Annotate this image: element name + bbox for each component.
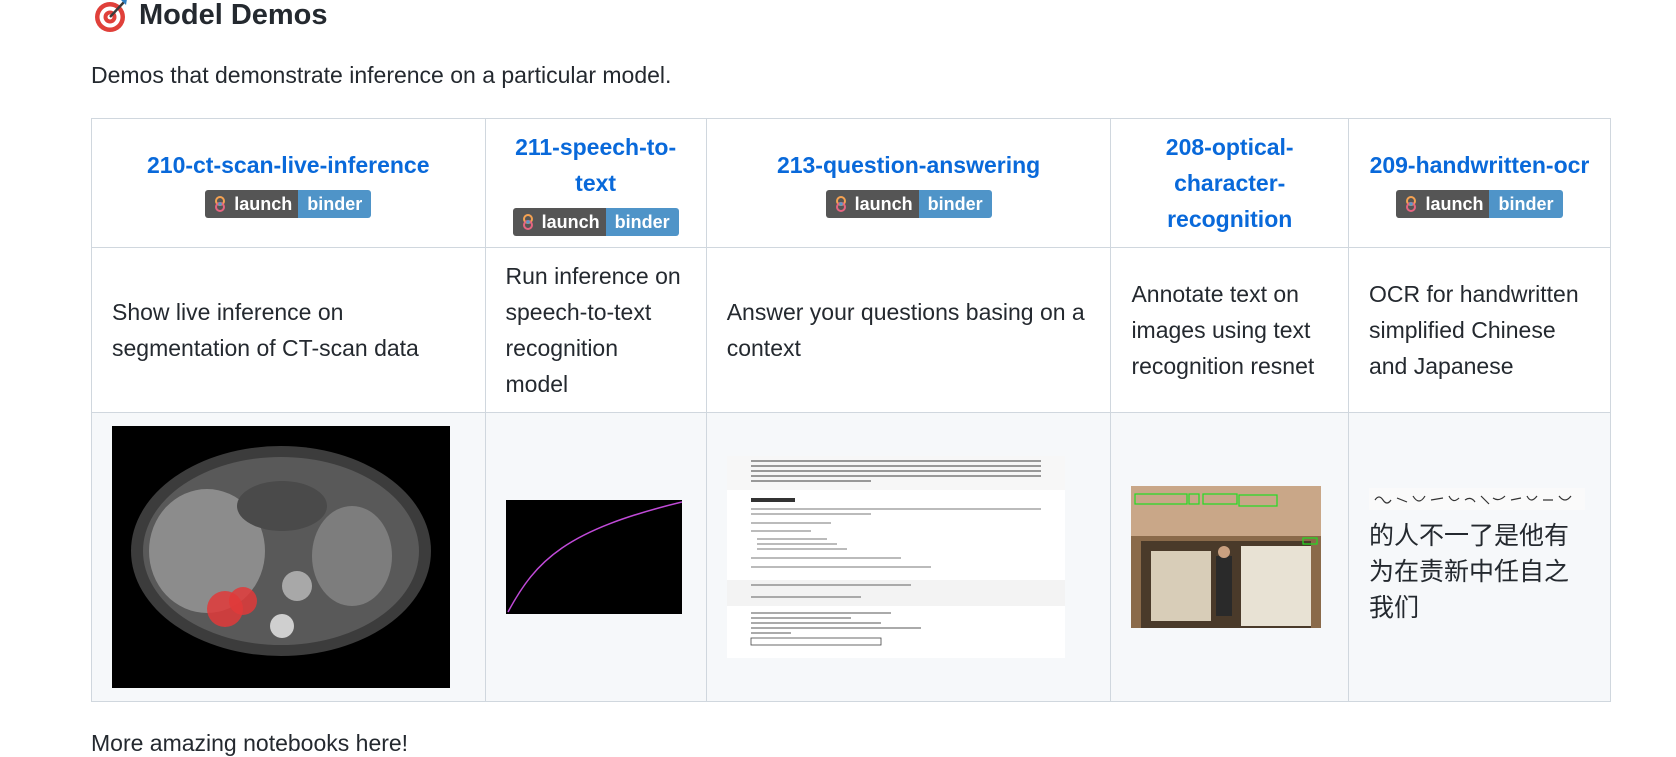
demo-header-209: 209-handwritten-ocr launch binder bbox=[1347, 118, 1612, 248]
section-title: Model Demos bbox=[139, 0, 328, 31]
demo-link-211[interactable]: 211-speech-to-text bbox=[502, 129, 690, 201]
section-description: Demos that demonstrate inference on a pa… bbox=[91, 62, 672, 88]
demo-image-cell-210 bbox=[91, 412, 486, 702]
launch-binder-badge-213[interactable]: launch binder bbox=[825, 189, 992, 218]
ct-scan-image bbox=[112, 426, 450, 688]
demo-description-210: Show live inference on segmentation of C… bbox=[91, 247, 486, 413]
binder-logo-icon bbox=[522, 213, 533, 230]
launch-binder-badge-210[interactable]: launch binder bbox=[205, 189, 372, 218]
demo-image-cell-209: 的人不一了是他有为在责新中任自之我们 bbox=[1347, 412, 1612, 702]
handwritten-recognized-text: 的人不一了是他有为在责新中任自之我们 bbox=[1368, 521, 1569, 622]
demo-link-213[interactable]: 213-question-answering bbox=[723, 147, 1095, 183]
table-header-row: 210-ct-scan-live-inference launch binder… bbox=[91, 118, 1612, 248]
badge-binder-label: binder bbox=[1489, 189, 1563, 218]
demo-image-cell-213 bbox=[705, 412, 1112, 702]
question-answering-screenshot bbox=[726, 456, 1065, 658]
badge-launch-label: launch bbox=[541, 211, 600, 232]
table-description-row: Show live inference on segmentation of C… bbox=[91, 247, 1612, 413]
ocr-building-photo bbox=[1131, 486, 1322, 628]
demo-header-213: 213-question-answering launch binder bbox=[705, 118, 1112, 248]
binder-logo-icon bbox=[215, 195, 226, 212]
demo-image-cell-208 bbox=[1110, 412, 1349, 702]
demo-header-208: 208-optical-character-recognition bbox=[1110, 118, 1349, 248]
demo-link-210[interactable]: 210-ct-scan-live-inference bbox=[108, 147, 469, 183]
demo-description-211: Run inference on speech-to-text recognit… bbox=[484, 247, 707, 413]
badge-launch-label: launch bbox=[854, 193, 913, 214]
speech-waveform-image bbox=[505, 500, 682, 614]
binder-logo-icon bbox=[835, 195, 846, 212]
demo-header-211: 211-speech-to-text launch binder bbox=[484, 118, 707, 248]
demo-link-209[interactable]: 209-handwritten-ocr bbox=[1365, 147, 1594, 183]
demo-image-cell-211 bbox=[484, 412, 707, 702]
badge-launch-label: launch bbox=[234, 193, 293, 214]
launch-binder-badge-211[interactable]: launch binder bbox=[512, 207, 679, 236]
table-image-row: 的人不一了是他有为在责新中任自之我们 bbox=[91, 412, 1612, 702]
demo-description-213: Answer your questions basing on a contex… bbox=[705, 247, 1112, 413]
demo-description-208: Annotate text on images using text recog… bbox=[1110, 247, 1349, 413]
binder-logo-icon bbox=[1406, 195, 1417, 212]
dart-target-icon bbox=[95, 0, 127, 32]
demo-link-208[interactable]: 208-optical-character-recognition bbox=[1127, 129, 1332, 237]
badge-binder-label: binder bbox=[298, 189, 372, 218]
handwritten-text-image bbox=[1368, 488, 1585, 510]
demo-header-210: 210-ct-scan-live-inference launch binder bbox=[91, 118, 486, 248]
badge-binder-label: binder bbox=[918, 189, 992, 218]
section-heading: Model Demos bbox=[91, 0, 328, 34]
badge-launch-label: launch bbox=[1425, 193, 1484, 214]
launch-binder-badge-209[interactable]: launch binder bbox=[1396, 189, 1563, 218]
demos-table: 210-ct-scan-live-inference launch binder… bbox=[91, 118, 1612, 702]
demo-description-209: OCR for handwritten simplified Chinese a… bbox=[1347, 247, 1612, 413]
badge-binder-label: binder bbox=[605, 207, 679, 236]
